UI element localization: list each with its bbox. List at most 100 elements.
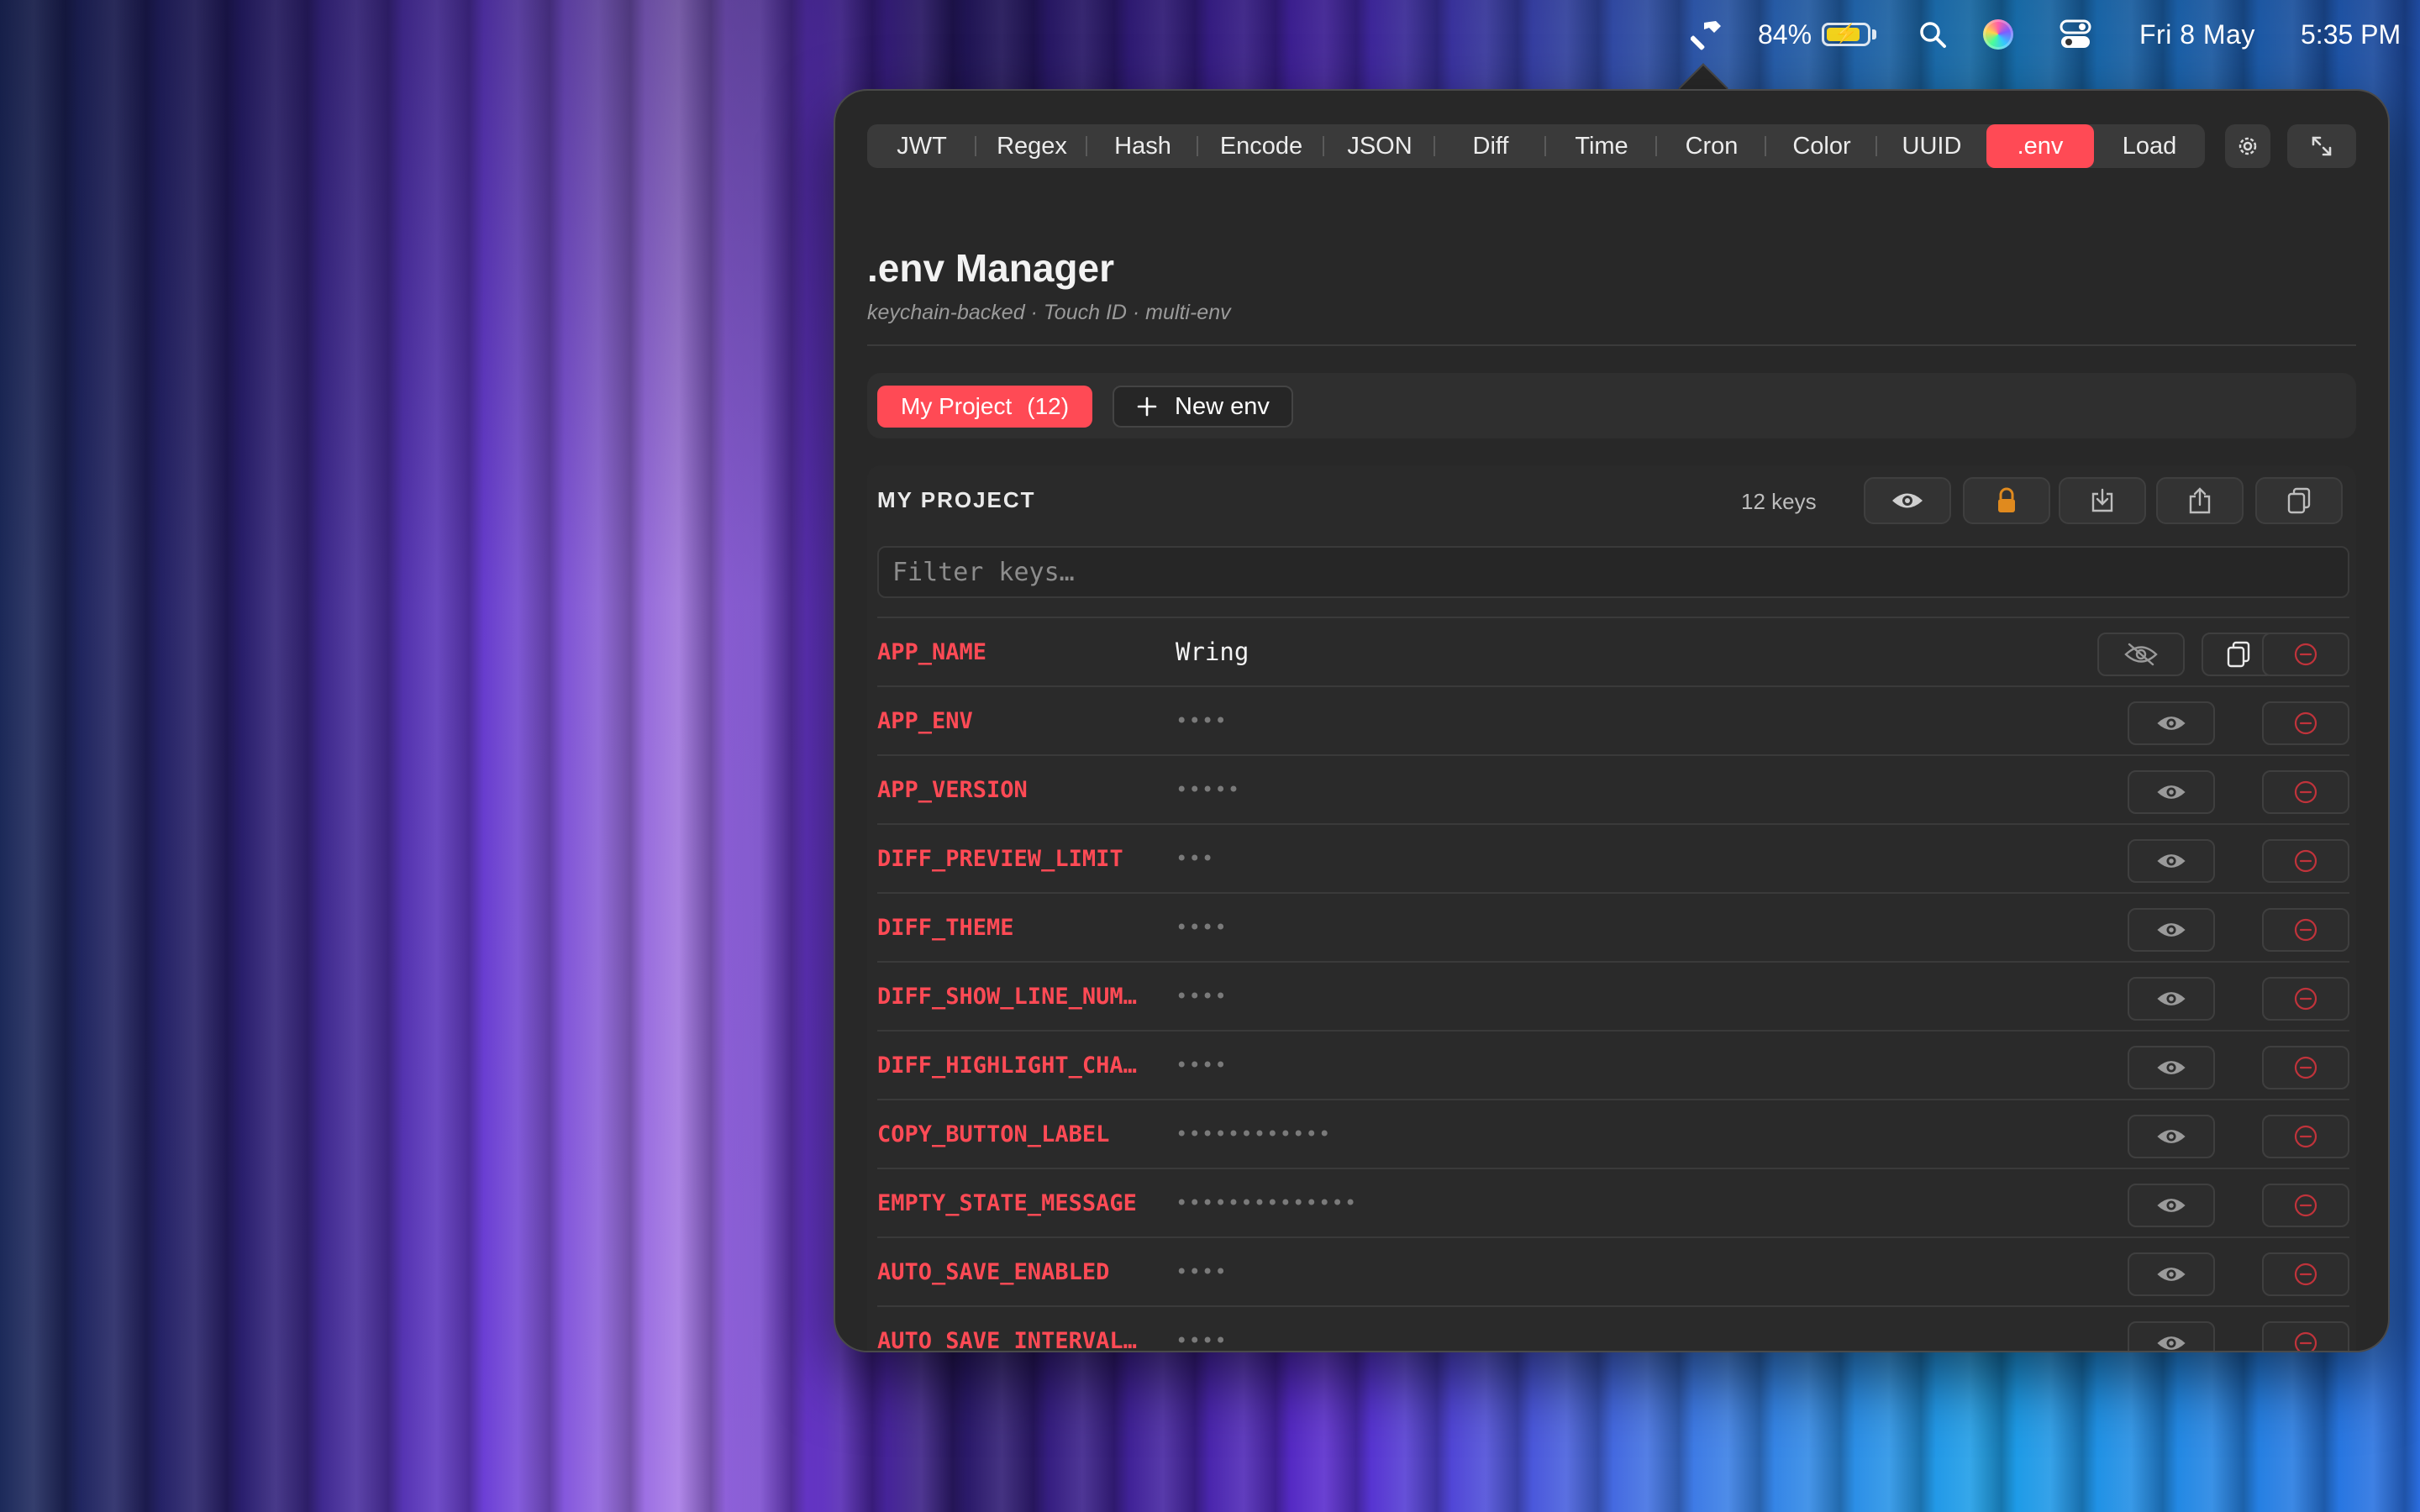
key-count: 12 keys — [1741, 489, 1817, 514]
eye-icon — [2157, 1061, 2186, 1074]
env-row: AUTO_SAVE_INTERVAL… •••• — [877, 1307, 2349, 1352]
tab-regex[interactable]: Regex — [976, 124, 1087, 168]
reveal-value-button[interactable] — [2128, 770, 2215, 814]
minus-circle-icon — [2294, 643, 2317, 666]
minus-circle-icon — [2294, 1056, 2317, 1079]
env-value[interactable]: Wring — [1176, 618, 1249, 685]
env-value-masked[interactable]: •••• — [1176, 894, 1228, 961]
delete-key-button[interactable] — [2262, 701, 2349, 745]
env-value-masked[interactable]: •••• — [1176, 687, 1228, 754]
delete-key-button[interactable] — [2262, 1252, 2349, 1296]
env-key-list: APP_NAME Wring APP_ENV •••• APP_VERSION … — [877, 618, 2349, 1352]
delete-key-button[interactable] — [2262, 1115, 2349, 1158]
reveal-value-button[interactable] — [2128, 1252, 2215, 1296]
siri-icon[interactable] — [1980, 0, 2017, 69]
delete-key-button[interactable] — [2262, 633, 2349, 676]
env-value-masked[interactable]: ••••• — [1176, 756, 1240, 823]
expand-button[interactable] — [2287, 124, 2356, 168]
settings-button[interactable] — [2225, 124, 2270, 168]
menubar-time[interactable]: 5:35 PM — [2301, 0, 2401, 69]
delete-key-button[interactable] — [2262, 1321, 2349, 1351]
tab-color[interactable]: Color — [1766, 124, 1877, 168]
tab-jwt[interactable]: JWT — [867, 124, 976, 168]
env-key-name[interactable]: APP_ENV — [877, 687, 1163, 754]
reveal-value-button[interactable] — [2128, 1115, 2215, 1158]
reveal-value-button[interactable] — [2128, 1046, 2215, 1089]
tab-env[interactable]: .env — [1986, 124, 2094, 168]
env-key-name[interactable]: AUTO_SAVE_ENABLED — [877, 1238, 1163, 1305]
lock-button[interactable] — [1963, 477, 2050, 524]
delete-key-button[interactable] — [2262, 1184, 2349, 1227]
env-pill-my-project[interactable]: My Project (12) — [877, 386, 1093, 428]
env-key-name[interactable]: DIFF_HIGHLIGHT_CHA… — [877, 1032, 1163, 1099]
reveal-all-button[interactable] — [1864, 477, 1951, 524]
reveal-value-button[interactable] — [2128, 977, 2215, 1021]
delete-key-button[interactable] — [2262, 977, 2349, 1021]
env-key-name[interactable]: DIFF_SHOW_LINE_NUM… — [877, 963, 1163, 1030]
menubar-date[interactable]: Fri 8 May — [2139, 0, 2255, 69]
env-value-masked[interactable]: •••• — [1176, 1032, 1228, 1099]
tab-diff[interactable]: Diff — [1435, 124, 1546, 168]
search-icon[interactable] — [1914, 0, 1951, 69]
env-value-masked[interactable]: •••• — [1176, 1307, 1228, 1351]
env-key-name[interactable]: AUTO_SAVE_INTERVAL… — [877, 1307, 1163, 1352]
delete-key-button[interactable] — [2262, 908, 2349, 952]
tab-json[interactable]: JSON — [1324, 124, 1435, 168]
env-key-name[interactable]: APP_NAME — [877, 618, 1163, 685]
minus-circle-icon — [2294, 987, 2317, 1011]
share-button[interactable] — [2156, 477, 2244, 524]
env-key-name[interactable]: APP_VERSION — [877, 756, 1163, 823]
minus-circle-icon — [2294, 1263, 2317, 1286]
tab-encode[interactable]: Encode — [1198, 124, 1324, 168]
minus-circle-icon — [2294, 1331, 2317, 1351]
battery-icon[interactable]: ⚡ — [1822, 0, 1881, 69]
reveal-value-button[interactable] — [2128, 839, 2215, 883]
tab-load[interactable]: Load — [2094, 124, 2205, 168]
tab-time[interactable]: Time — [1546, 124, 1657, 168]
env-value-masked[interactable]: •••••••••••• — [1176, 1100, 1331, 1168]
page-title: .env Manager — [867, 246, 1114, 290]
new-env-button[interactable]: New env — [1113, 386, 1293, 428]
env-value-masked[interactable]: •••• — [1176, 1238, 1228, 1305]
eye-icon — [2157, 923, 2186, 937]
env-row: APP_VERSION ••••• — [877, 756, 2349, 825]
reveal-value-button[interactable] — [2128, 1321, 2215, 1351]
control-center-icon[interactable] — [2057, 0, 2094, 69]
env-key-name[interactable]: EMPTY_STATE_MESSAGE — [877, 1169, 1163, 1236]
eye-icon — [2157, 717, 2186, 730]
env-key-name[interactable]: DIFF_THEME — [877, 894, 1163, 961]
env-row: EMPTY_STATE_MESSAGE •••••••••••••• — [877, 1169, 2349, 1238]
reveal-value-button[interactable] — [2128, 908, 2215, 952]
reveal-value-button[interactable] — [2128, 701, 2215, 745]
tab-cron[interactable]: Cron — [1657, 124, 1766, 168]
minus-circle-icon — [2294, 1194, 2317, 1217]
env-key-name[interactable]: COPY_BUTTON_LABEL — [877, 1100, 1163, 1168]
project-name: MY PROJECT — [877, 487, 1036, 512]
expand-icon — [2312, 136, 2332, 156]
env-row: DIFF_HIGHLIGHT_CHA… •••• — [877, 1032, 2349, 1100]
battery-percent: 84% — [1758, 18, 1812, 50]
tab-uuid[interactable]: UUID — [1877, 124, 1986, 168]
eye-icon — [2157, 1336, 2186, 1350]
environment-strip: My Project (12) New env — [867, 373, 2356, 438]
filter-keys-input[interactable] — [877, 546, 2349, 598]
eye-icon — [2157, 785, 2186, 799]
menu-bar: 84% ⚡ Fri 8 May 5:35 PM — [0, 0, 2420, 69]
env-key-name[interactable]: DIFF_PREVIEW_LIMIT — [877, 825, 1163, 892]
env-value-masked[interactable]: ••• — [1176, 825, 1214, 892]
env-value-masked[interactable]: •••• — [1176, 963, 1228, 1030]
tab-hash[interactable]: Hash — [1087, 124, 1198, 168]
hammer-icon[interactable] — [1682, 0, 1733, 69]
delete-key-button[interactable] — [2262, 839, 2349, 883]
minus-circle-icon — [2294, 918, 2317, 942]
import-button[interactable] — [2059, 477, 2146, 524]
delete-key-button[interactable] — [2262, 1046, 2349, 1089]
hide-value-button[interactable] — [2097, 633, 2185, 676]
env-value-masked[interactable]: •••••••••••••• — [1176, 1169, 1357, 1236]
env-row: COPY_BUTTON_LABEL •••••••••••• — [877, 1100, 2349, 1169]
copy-all-button[interactable] — [2255, 477, 2343, 524]
delete-key-button[interactable] — [2262, 770, 2349, 814]
import-icon — [2091, 488, 2113, 512]
eye-icon — [1892, 493, 1923, 508]
reveal-value-button[interactable] — [2128, 1184, 2215, 1227]
